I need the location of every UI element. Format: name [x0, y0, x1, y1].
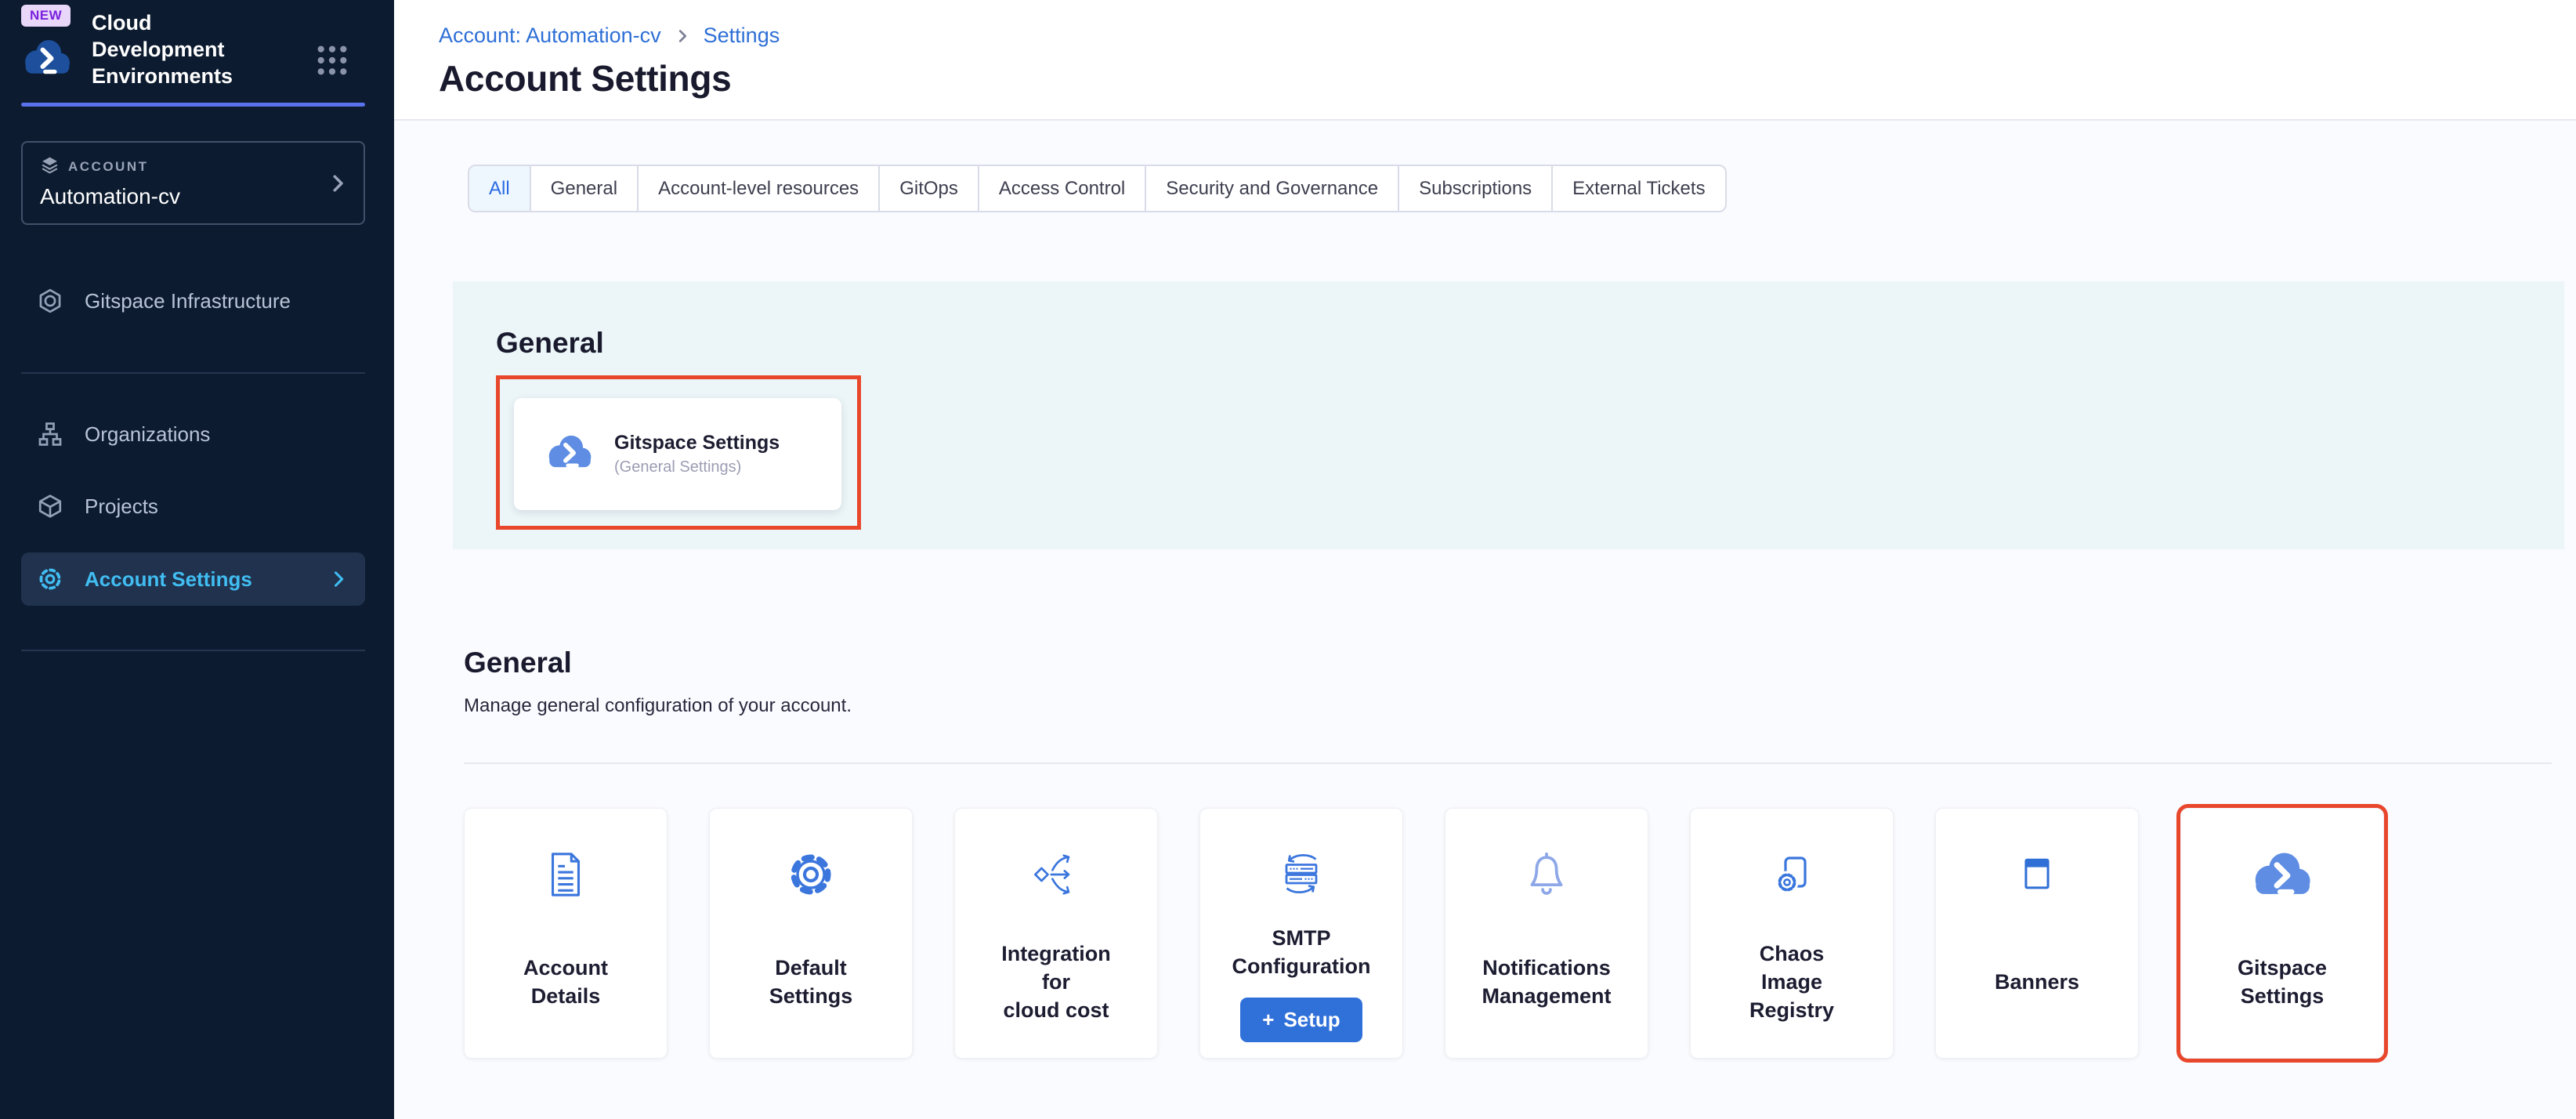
bell-icon: [1519, 827, 1574, 922]
card-chaos-image-registry[interactable]: Chaos Image Registry: [1690, 808, 1894, 1059]
brand-header: NEW Cloud Development Environments: [0, 0, 394, 118]
card-notifications-management[interactable]: Notifications Management: [1445, 808, 1648, 1059]
app-grid-icon[interactable]: [316, 44, 349, 81]
gitspace-cloud-icon: [544, 432, 595, 476]
gitspace-cloud-icon: [2249, 827, 2316, 922]
section-description: Manage general configuration of your acc…: [464, 695, 2552, 717]
gear-icon: [786, 827, 836, 922]
feature-card-title: Gitspace Settings: [614, 432, 780, 454]
breadcrumb-settings-link[interactable]: Settings: [704, 24, 780, 48]
page-title: Account Settings: [439, 57, 2576, 100]
section-title: General: [496, 327, 2564, 360]
setup-button-label: Setup: [1283, 1008, 1340, 1032]
highlight-red-box: Gitspace Settings (General Settings): [496, 375, 861, 530]
sidebar-item-gitspace-infrastructure[interactable]: Gitspace Infrastructure: [0, 273, 394, 328]
tab-external-tickets[interactable]: External Tickets: [1551, 166, 1724, 211]
tab-access-control[interactable]: Access Control: [978, 166, 1145, 211]
card-banners[interactable]: Banners: [1935, 808, 2139, 1059]
layers-icon: [40, 155, 60, 179]
hexagon-target-icon: [36, 288, 64, 314]
sidebar-item-organizations[interactable]: Organizations: [0, 407, 394, 462]
new-badge: NEW: [21, 5, 71, 27]
settings-card-grid: Account Details De: [464, 808, 2552, 1059]
card-label: Account Details: [523, 922, 608, 1042]
chevron-right-icon: [327, 568, 349, 590]
feature-card-texts: Gitspace Settings (General Settings): [614, 432, 780, 476]
feature-card-subtitle: (General Settings): [614, 458, 780, 476]
branch-arrows-icon: [1030, 827, 1082, 922]
account-scope-label-row: ACCOUNT: [40, 155, 348, 179]
sidebar-divider: [21, 372, 365, 374]
sidebar-item-label: Account Settings: [85, 567, 252, 592]
card-gitspace-settings[interactable]: Gitspace Settings: [2180, 808, 2384, 1059]
card-label: Chaos Image Registry: [1749, 922, 1834, 1042]
general-highlight-section: General: [453, 281, 2564, 549]
card-integration-for-cloud-cost[interactable]: Integration for cloud cost: [954, 808, 1158, 1059]
tab-general[interactable]: General: [530, 166, 637, 211]
brand-underline: [21, 103, 365, 107]
gear-icon: [36, 566, 64, 592]
cde-cloud-prompt-logo: [20, 36, 74, 83]
tab-all[interactable]: All: [469, 166, 530, 211]
tab-security-and-governance[interactable]: Security and Governance: [1145, 166, 1398, 211]
banner-window-icon: [2013, 827, 2060, 922]
card-smtp-configuration[interactable]: SMTP Configuration + Setup: [1199, 808, 1403, 1059]
mail-server-sync-icon: [1276, 827, 1326, 919]
sidebar-nav: Gitspace Infrastructure Organizations: [0, 273, 394, 651]
chevron-right-icon: [674, 27, 691, 45]
card-label: Default Settings: [769, 922, 853, 1042]
document-icon: [541, 827, 590, 922]
sidebar: NEW Cloud Development Environments: [0, 0, 394, 1119]
card-label: Banners: [1995, 922, 2079, 1042]
card-label: Notifications Management: [1482, 922, 1611, 1042]
chevron-right-icon: [326, 172, 349, 195]
plus-icon: +: [1262, 1008, 1274, 1032]
card-label: SMTP Configuration: [1232, 924, 1371, 980]
sidebar-item-label: Projects: [85, 494, 158, 519]
image-registry-gear-icon: [1767, 827, 1817, 922]
page-header: Account: Automation-cv Settings Account …: [394, 0, 2576, 121]
sidebar-item-label: Organizations: [85, 422, 210, 447]
sidebar-divider: [21, 650, 365, 651]
account-scope-selector[interactable]: ACCOUNT Automation-cv: [21, 141, 365, 225]
gitspace-settings-feature-card[interactable]: Gitspace Settings (General Settings): [514, 398, 841, 510]
card-account-details[interactable]: Account Details: [464, 808, 668, 1059]
org-chart-icon: [36, 421, 64, 447]
tab-gitops[interactable]: GitOps: [878, 166, 978, 211]
card-label: Gitspace Settings: [2238, 922, 2327, 1042]
card-label: Integration for cloud cost: [1001, 922, 1111, 1042]
card-default-settings[interactable]: Default Settings: [709, 808, 913, 1059]
smtp-setup-button[interactable]: + Setup: [1240, 998, 1362, 1042]
general-section: General Manage general configuration of …: [464, 646, 2552, 1059]
page-content: All General Account-level resources GitO…: [394, 121, 2576, 1119]
main-area: Account: Automation-cv Settings Account …: [394, 0, 2576, 1119]
sidebar-item-account-settings[interactable]: Account Settings: [21, 552, 365, 606]
app-window: NEW Cloud Development Environments: [0, 0, 2576, 1119]
breadcrumb: Account: Automation-cv Settings: [439, 24, 2576, 48]
tab-account-level-resources[interactable]: Account-level resources: [637, 166, 878, 211]
section-title: General: [464, 646, 2552, 679]
product-title: Cloud Development Environments: [92, 9, 233, 89]
section-divider: [464, 762, 2552, 764]
account-name: Automation-cv: [40, 184, 348, 209]
sidebar-item-label: Gitspace Infrastructure: [85, 289, 291, 313]
breadcrumb-account-link[interactable]: Account: Automation-cv: [439, 24, 661, 48]
cube-icon: [36, 493, 64, 520]
settings-category-tabs: All General Account-level resources GitO…: [468, 165, 1727, 212]
account-scope-label: ACCOUNT: [68, 159, 149, 175]
tab-subscriptions[interactable]: Subscriptions: [1398, 166, 1551, 211]
sidebar-item-projects[interactable]: Projects: [0, 479, 394, 534]
